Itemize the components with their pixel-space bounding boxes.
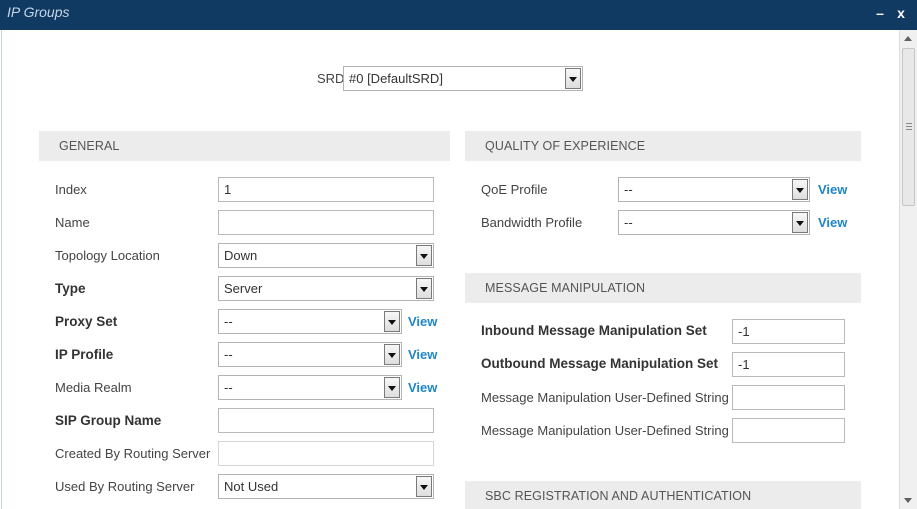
topology-location-select[interactable]: Down xyxy=(218,243,434,268)
chevron-down-icon xyxy=(384,344,400,365)
outbound-manipulation-label: Outbound Message Manipulation Set xyxy=(481,356,719,371)
qoe-profile-view-link[interactable]: View xyxy=(818,182,847,197)
user-defined-string-1-label: Message Manipulation User-Defined String… xyxy=(481,390,740,405)
inbound-manipulation-input[interactable]: -1 xyxy=(732,319,845,344)
scroll-up-icon[interactable] xyxy=(904,36,912,41)
index-label: Index xyxy=(55,182,87,197)
section-sbc-registration-header: SBC REGISTRATION AND AUTHENTICATION xyxy=(465,481,861,509)
qoe-profile-value: -- xyxy=(624,182,633,197)
scrollbar-thumb[interactable] xyxy=(902,48,915,206)
chevron-down-icon xyxy=(416,476,432,497)
name-input[interactable] xyxy=(218,210,434,235)
used-by-routing-server-select[interactable]: Not Used xyxy=(218,474,434,499)
media-realm-value: -- xyxy=(224,380,233,395)
section-message-manipulation-header: MESSAGE MANIPULATION xyxy=(465,273,861,303)
chevron-down-icon xyxy=(384,311,400,332)
topology-location-value: Down xyxy=(224,248,258,263)
user-defined-string-2-label: Message Manipulation User-Defined String… xyxy=(481,423,740,438)
vertical-scrollbar[interactable] xyxy=(899,30,917,509)
proxy-set-view-link[interactable]: View xyxy=(408,314,437,329)
chevron-down-icon xyxy=(792,179,808,200)
ip-profile-label: IP Profile xyxy=(55,347,114,362)
outbound-manipulation-input[interactable]: -1 xyxy=(732,352,845,377)
media-realm-label: Media Realm xyxy=(55,380,132,395)
dialog-content: SRD #0 [DefaultSRD] GENERAL Index 1 Name… xyxy=(1,30,897,509)
type-select[interactable]: Server xyxy=(218,276,434,301)
section-general-header: GENERAL xyxy=(39,131,450,161)
ip-profile-view-link[interactable]: View xyxy=(408,347,437,362)
bandwidth-profile-value: -- xyxy=(624,215,633,230)
dialog-title: IP Groups xyxy=(7,4,70,20)
section-qoe-header: QUALITY OF EXPERIENCE xyxy=(465,131,861,161)
type-label: Type xyxy=(55,281,86,296)
grip-icon xyxy=(906,123,912,130)
created-by-routing-server-label: Created By Routing Server xyxy=(55,446,211,461)
used-by-routing-server-value: Not Used xyxy=(224,479,279,494)
media-realm-view-link[interactable]: View xyxy=(408,380,437,395)
qoe-profile-label: QoE Profile xyxy=(481,182,548,197)
dialog-titlebar: IP Groups – x xyxy=(0,0,917,30)
ip-profile-select[interactable]: -- xyxy=(218,342,402,367)
srd-label: SRD xyxy=(317,71,345,86)
used-by-routing-server-label: Used By Routing Server xyxy=(55,479,195,494)
index-input[interactable]: 1 xyxy=(218,177,434,202)
proxy-set-label: Proxy Set xyxy=(55,314,118,329)
srd-select-value: #0 [DefaultSRD] xyxy=(349,71,443,86)
close-button[interactable]: x xyxy=(893,5,909,21)
media-realm-select[interactable]: -- xyxy=(218,375,402,400)
user-defined-string-1-input[interactable] xyxy=(732,385,845,410)
proxy-set-select[interactable]: -- xyxy=(218,309,402,334)
minimize-button[interactable]: – xyxy=(872,5,888,21)
chevron-down-icon xyxy=(416,278,432,299)
proxy-set-value: -- xyxy=(224,314,233,329)
srd-select[interactable]: #0 [DefaultSRD] xyxy=(343,66,583,91)
type-value: Server xyxy=(224,281,263,296)
chevron-down-icon xyxy=(565,68,581,89)
bandwidth-profile-select[interactable]: -- xyxy=(618,210,810,235)
sip-group-name-label: SIP Group Name xyxy=(55,413,162,428)
chevron-down-icon xyxy=(792,212,808,233)
bandwidth-profile-label: Bandwidth Profile xyxy=(481,215,583,230)
sip-group-name-input[interactable] xyxy=(218,408,434,433)
qoe-profile-select[interactable]: -- xyxy=(618,177,810,202)
name-label: Name xyxy=(55,215,90,230)
user-defined-string-2-input[interactable] xyxy=(732,418,845,443)
created-by-routing-server-field xyxy=(218,441,434,466)
topology-location-label: Topology Location xyxy=(55,248,160,263)
chevron-down-icon xyxy=(416,245,432,266)
ip-profile-value: -- xyxy=(224,347,233,362)
bandwidth-profile-view-link[interactable]: View xyxy=(818,215,847,230)
chevron-down-icon xyxy=(384,377,400,398)
scroll-down-icon[interactable] xyxy=(904,498,912,503)
inbound-manipulation-label: Inbound Message Manipulation Set xyxy=(481,323,707,338)
